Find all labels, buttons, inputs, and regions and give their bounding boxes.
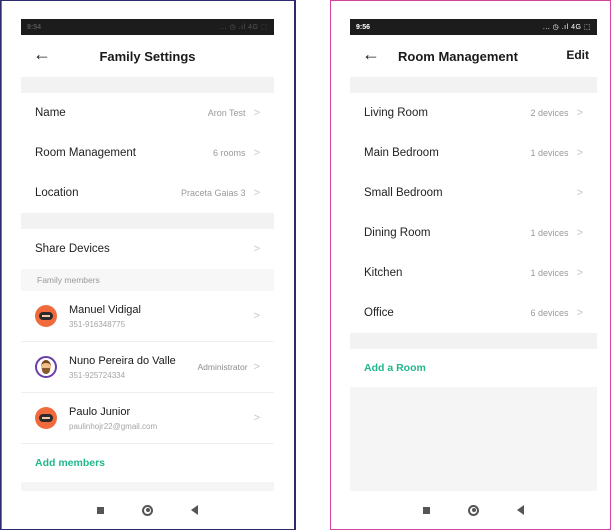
- recent-apps-icon[interactable]: [423, 506, 430, 514]
- back-triangle-icon[interactable]: [517, 505, 524, 515]
- chevron-right-icon: >: [253, 412, 260, 424]
- back-arrow-icon[interactable]: ←: [33, 44, 51, 65]
- member-contact: paulinhojr22@gmail.com: [69, 421, 158, 431]
- add-members-row: Add members: [21, 444, 274, 482]
- page-title: Room Management: [398, 48, 518, 64]
- right-phone-frame: 9:56 ... ◷ .ıl 4G ⬚ ← Room Management Ed…: [330, 0, 611, 530]
- room-device-count: 2 devices: [530, 108, 569, 118]
- chevron-right-icon: >: [253, 243, 260, 255]
- room-device-count: 1 devices: [530, 148, 569, 158]
- member-role: Administrator: [197, 362, 248, 372]
- android-nav-bar: [21, 491, 274, 529]
- divider: [350, 77, 597, 93]
- room-management-screen: 9:56 ... ◷ .ıl 4G ⬚ ← Room Management Ed…: [350, 19, 597, 529]
- room-device-count: 6 devices: [530, 308, 569, 318]
- room-row[interactable]: Dining Room 1 devices >: [350, 213, 597, 253]
- room-device-count: 1 devices: [530, 228, 569, 238]
- android-nav-bar: [350, 491, 597, 529]
- add-members-link[interactable]: Add members: [35, 457, 105, 469]
- row-label: Share Devices: [35, 243, 110, 255]
- member-name: Paulo Junior: [69, 405, 131, 418]
- member-row[interactable]: Nuno Pereira do Valle 351-925724334 Admi…: [21, 342, 274, 393]
- back-triangle-icon[interactable]: [191, 505, 198, 515]
- member-name: Nuno Pereira do Valle: [69, 354, 176, 367]
- room-name: Dining Room: [364, 227, 431, 239]
- status-time: 9:54: [27, 23, 42, 31]
- chevron-right-icon: >: [576, 107, 583, 119]
- divider: [21, 77, 274, 93]
- header: ← Family Settings: [21, 35, 274, 77]
- room-management-row[interactable]: Room Management 6 rooms >: [21, 133, 274, 173]
- room-name: Office: [364, 307, 394, 319]
- member-contact: 351-925724334: [69, 370, 126, 380]
- row-label: Name: [35, 107, 66, 119]
- room-row[interactable]: Main Bedroom 1 devices >: [350, 133, 597, 173]
- room-name: Living Room: [364, 107, 428, 119]
- chevron-right-icon: >: [576, 187, 583, 199]
- recent-apps-icon[interactable]: [97, 506, 104, 514]
- add-room-link[interactable]: Add a Room: [364, 362, 426, 374]
- status-bar: 9:56 ... ◷ .ıl 4G ⬚: [350, 19, 597, 35]
- chevron-right-icon: >: [253, 361, 260, 373]
- robot-avatar-icon: [35, 407, 57, 429]
- row-value: 6 rooms: [213, 148, 246, 158]
- room-device-count: 1 devices: [530, 268, 569, 278]
- chevron-right-icon: >: [576, 147, 583, 159]
- row-value: Praceta Gaias 3: [181, 188, 246, 198]
- canvas: 9:54 ... ◷ .ıl 4G ⬚ ← Family Settings Na…: [0, 0, 611, 530]
- home-icon[interactable]: [142, 504, 153, 516]
- row-label: Location: [35, 187, 79, 199]
- person-avatar-icon: [35, 356, 57, 378]
- family-members-header: Family members: [21, 269, 274, 291]
- robot-avatar-icon: [35, 305, 57, 327]
- room-name: Small Bedroom: [364, 187, 443, 199]
- room-row[interactable]: Living Room 2 devices >: [350, 93, 597, 133]
- divider: [21, 213, 274, 229]
- chevron-right-icon: >: [253, 147, 260, 159]
- status-icons: ... ◷ .ıl 4G ⬚: [542, 24, 591, 31]
- row-value: Aron Test: [207, 108, 246, 118]
- room-row[interactable]: Small Bedroom >: [350, 173, 597, 213]
- room-row[interactable]: Office 6 devices >: [350, 293, 597, 333]
- status-time: 9:56: [356, 23, 371, 31]
- row-label: Room Management: [35, 147, 136, 159]
- divider: [350, 333, 597, 349]
- room-row[interactable]: Kitchen 1 devices >: [350, 253, 597, 293]
- page-title: Family Settings: [99, 48, 196, 64]
- room-name: Kitchen: [364, 267, 403, 279]
- location-row[interactable]: Location Praceta Gaias 3 >: [21, 173, 274, 213]
- family-settings-screen: 9:54 ... ◷ .ıl 4G ⬚ ← Family Settings Na…: [21, 19, 274, 529]
- edit-button[interactable]: Edit: [566, 48, 589, 62]
- chevron-right-icon: >: [576, 267, 583, 279]
- status-icons: ... ◷ .ıl 4G ⬚: [219, 24, 268, 31]
- name-row[interactable]: Name Aron Test >: [21, 93, 274, 133]
- member-contact: 351-916348775: [69, 319, 126, 329]
- chevron-right-icon: >: [253, 107, 260, 119]
- member-row[interactable]: Manuel Vidigal 351-916348775 >: [21, 291, 274, 342]
- chevron-right-icon: >: [576, 307, 583, 319]
- member-row[interactable]: Paulo Junior paulinhojr22@gmail.com >: [21, 393, 274, 444]
- share-devices-row[interactable]: Share Devices >: [21, 229, 274, 269]
- member-name: Manuel Vidigal: [69, 303, 141, 316]
- header: ← Room Management Edit: [350, 35, 597, 77]
- status-bar: 9:54 ... ◷ .ıl 4G ⬚: [21, 19, 274, 35]
- chevron-right-icon: >: [576, 227, 583, 239]
- home-icon[interactable]: [468, 504, 479, 516]
- chevron-right-icon: >: [253, 187, 260, 199]
- left-phone-frame: 9:54 ... ◷ .ıl 4G ⬚ ← Family Settings Na…: [0, 0, 296, 530]
- room-name: Main Bedroom: [364, 147, 439, 159]
- back-arrow-icon[interactable]: ←: [362, 44, 380, 65]
- add-room-row: Add a Room: [350, 349, 597, 387]
- chevron-right-icon: >: [253, 310, 260, 322]
